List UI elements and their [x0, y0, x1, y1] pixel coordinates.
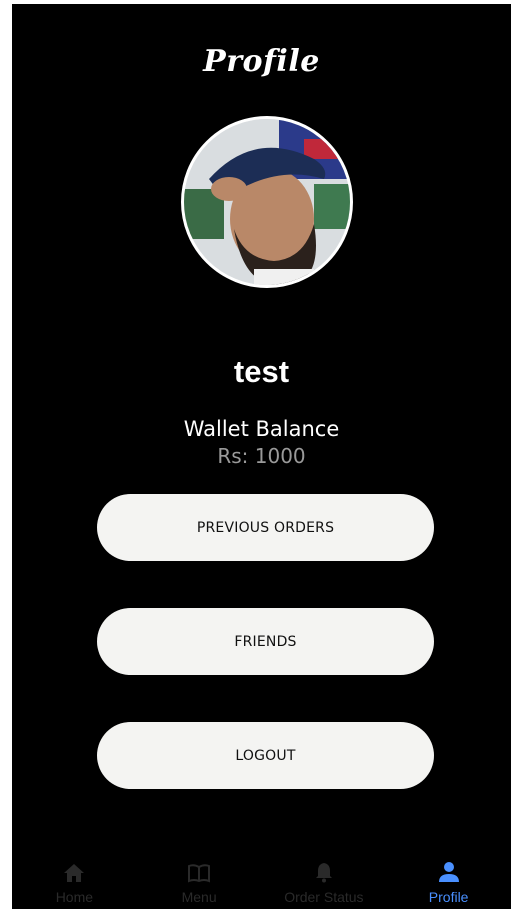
book-icon — [188, 864, 211, 883]
nav-label-menu: Menu — [181, 889, 217, 905]
wallet-balance-amount: Rs: 1000 — [217, 444, 306, 468]
bottom-navigation: Home Menu Order Status Profile — [12, 847, 511, 909]
home-icon — [64, 864, 85, 882]
bell-icon — [315, 863, 332, 883]
avatar-photo — [184, 119, 350, 285]
nav-item-profile[interactable]: Profile — [386, 847, 511, 909]
person-icon — [438, 862, 459, 882]
username: test — [233, 354, 290, 389]
nav-label-home: Home — [55, 889, 94, 905]
nav-item-menu[interactable]: Menu — [137, 847, 262, 909]
nav-label-profile: Profile — [428, 889, 469, 905]
previous-orders-button[interactable]: PREVIOUS ORDERS — [97, 494, 434, 561]
logout-button[interactable]: LOGOUT — [97, 722, 434, 789]
nav-label-order-status: Order Status — [284, 889, 364, 905]
profile-screen: Profile test Wallet Balance Rs: 1000 PRE… — [12, 4, 511, 909]
avatar — [181, 116, 353, 288]
page-title: Profile — [203, 44, 320, 79]
friends-button[interactable]: FRIENDS — [97, 608, 434, 675]
nav-item-home[interactable]: Home — [12, 847, 137, 909]
nav-item-order-status[interactable]: Order Status — [262, 847, 387, 909]
wallet-balance-label: Wallet Balance — [183, 417, 340, 441]
